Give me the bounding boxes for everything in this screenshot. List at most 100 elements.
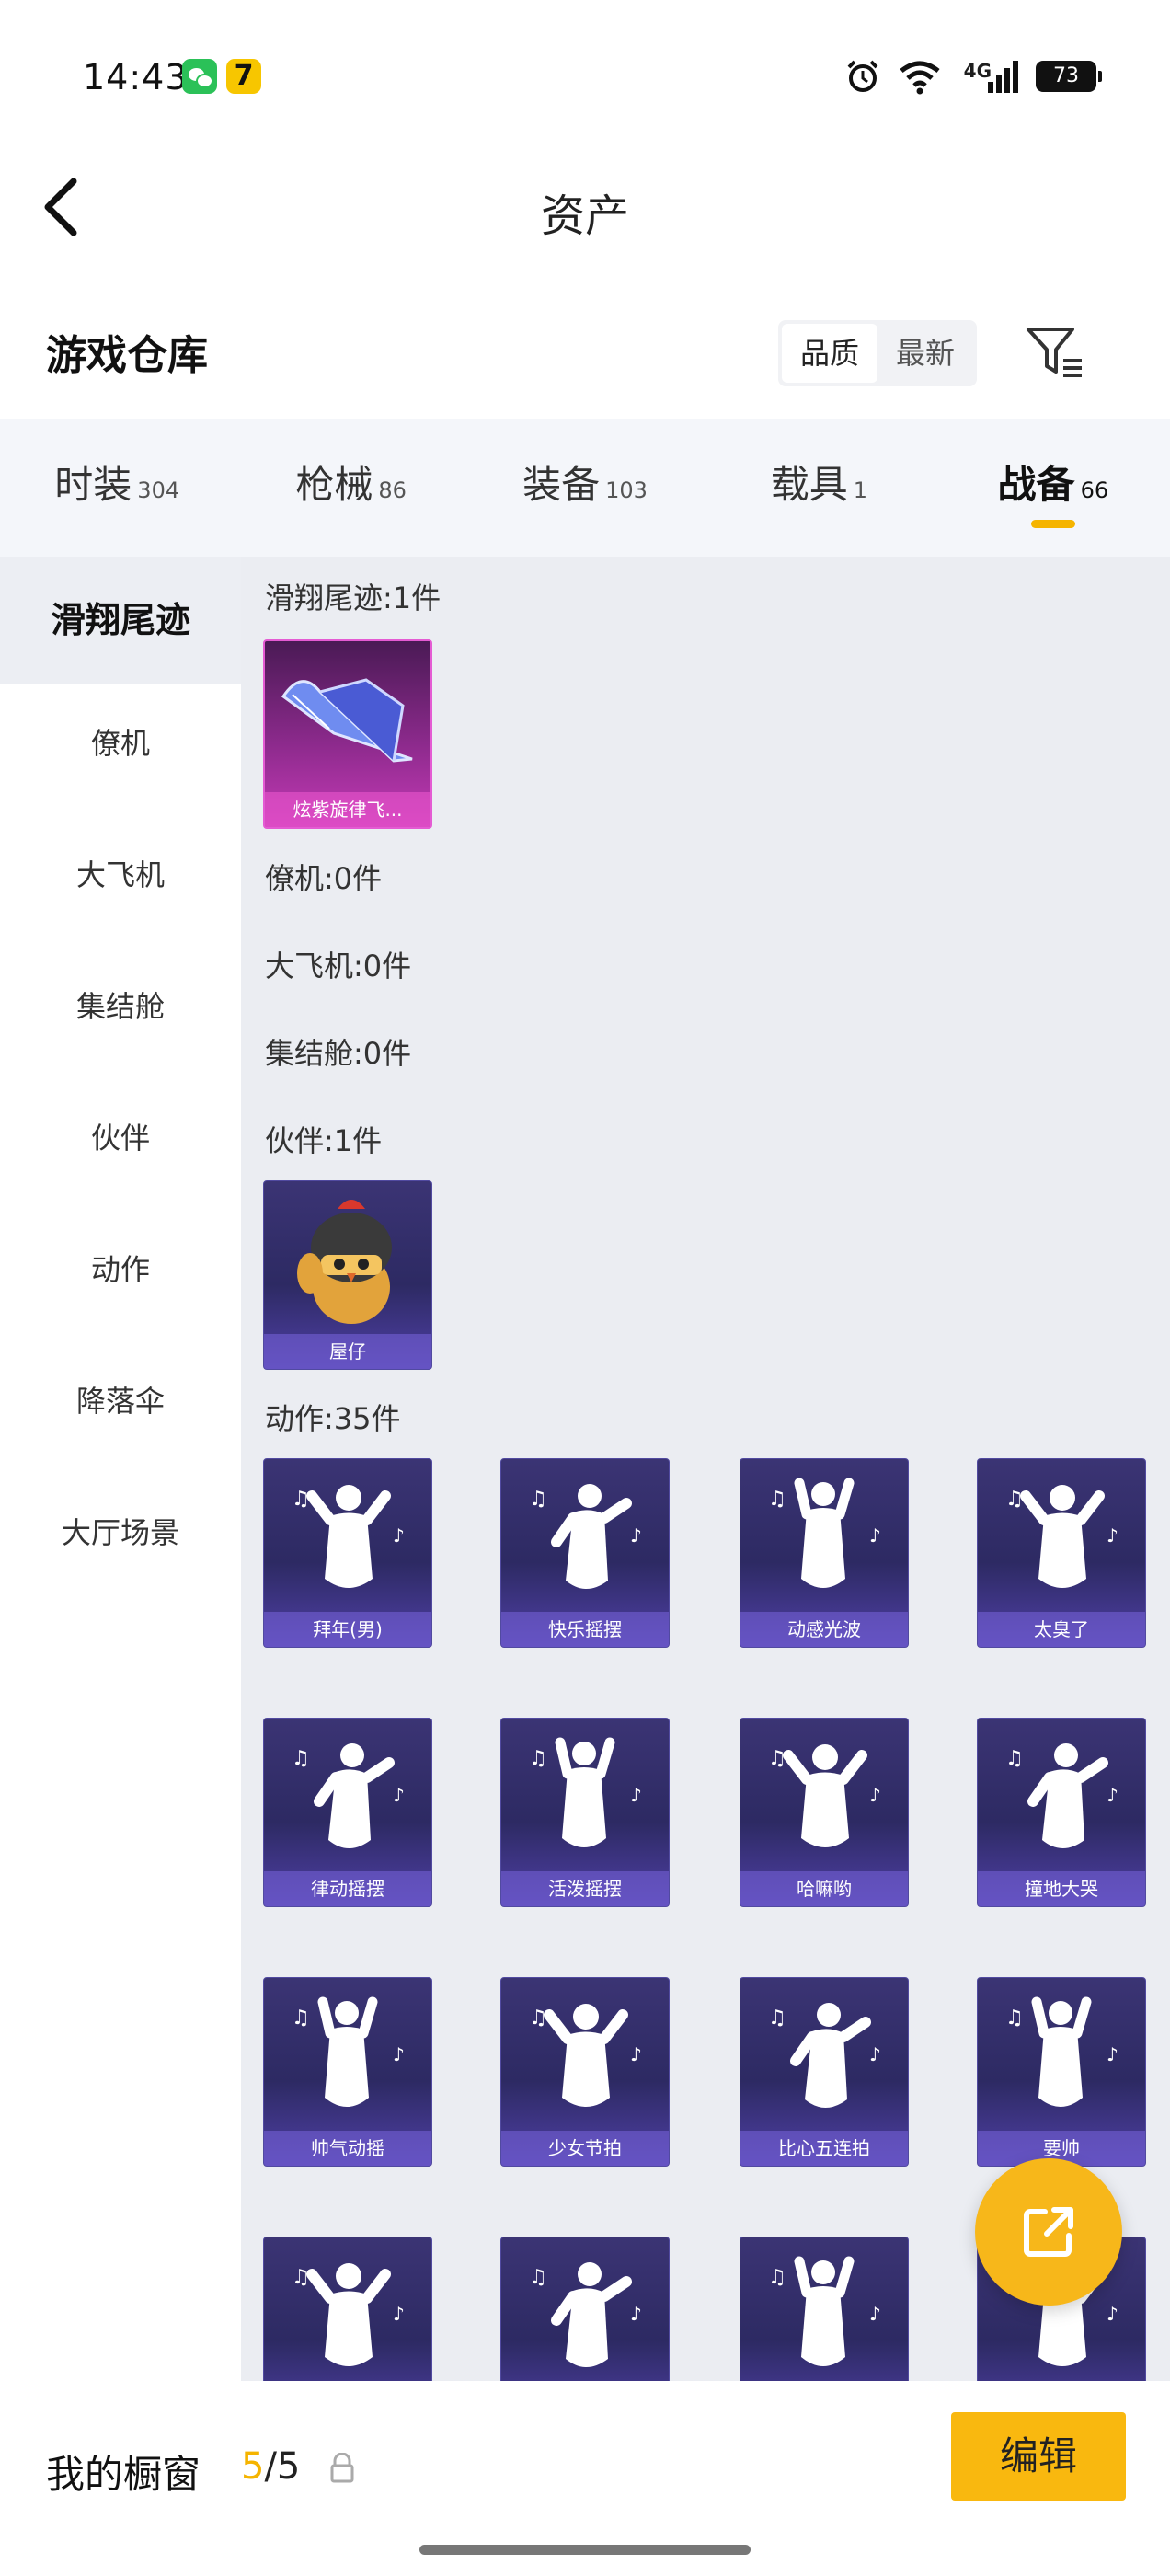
sidebar-item-big-plane[interactable]: 大飞机 [0, 815, 241, 947]
emote-card[interactable]: ♫ ♪ 快乐摇摆 [500, 1458, 670, 1648]
showcase-label: 我的橱窗 [46, 2452, 201, 2497]
battery-icon: 73 [1036, 61, 1102, 92]
svg-text:♪: ♪ [1107, 2043, 1118, 2065]
sidebar-item-glide-trail[interactable]: 滑翔尾迹 [0, 557, 241, 684]
sidebar-item-lobby-scene[interactable]: 大厅场景 [0, 1473, 241, 1604]
svg-text:♫: ♫ [292, 2266, 310, 2289]
emote-card[interactable]: ♫ ♪ 要帅 [977, 1977, 1146, 2167]
sidebar-item-wingman[interactable]: 僚机 [0, 684, 241, 815]
dancer-silhouette-icon: ♫♪ [768, 2003, 881, 2108]
emote-caption: 太臭了 [978, 1612, 1145, 1647]
svg-text:♫: ♫ [768, 1747, 786, 1770]
svg-text:♪: ♪ [869, 1784, 881, 1806]
svg-text:♪: ♪ [630, 2303, 642, 2325]
svg-text:♫: ♫ [1005, 1747, 1024, 1770]
showcase-count-total: /5 [264, 2445, 301, 2488]
sort-quality-button[interactable]: 品质 [782, 324, 878, 383]
svg-text:♫: ♫ [529, 2007, 547, 2030]
status-bar: 14:43 7 4G 73 [0, 0, 1170, 152]
emote-card[interactable]: ♫ ♪ 帅气动摇 [263, 1977, 432, 2167]
emote-card[interactable]: ♫ ♪ 哈嘛哟 [740, 1718, 909, 1907]
category-sidebar: 滑翔尾迹 僚机 大飞机 集结舱 伙伴 动作 降落伞 大厅场景 [0, 557, 241, 2397]
tab-label: 枪械 [295, 462, 373, 507]
tab-label: 战备 [997, 462, 1075, 507]
svg-text:♫: ♫ [529, 2266, 547, 2289]
tab-label: 载具 [770, 462, 848, 507]
share-button[interactable] [975, 2158, 1122, 2306]
tab-count: 86 [378, 477, 407, 503]
dancer-silhouette-icon: ♫♪ [1005, 1996, 1118, 2107]
dancer-silhouette-icon: ♫♪ [529, 2004, 642, 2107]
svg-text:♫: ♫ [768, 2007, 786, 2030]
item-caption: 炫紫旋律飞... [265, 792, 430, 827]
emote-card[interactable]: ♫ ♪ 活泼摇摆 [500, 1718, 670, 1907]
dancer-silhouette-icon: ♫♪ [529, 1737, 642, 1847]
emote-card[interactable]: ♫ ♪ 律动摇摆 [263, 1718, 432, 1907]
svg-text:♫: ♫ [529, 1747, 547, 1770]
signal-icon: 4G [958, 60, 1019, 93]
wechat-icon [182, 59, 217, 94]
app-7-icon: 7 [226, 59, 261, 94]
sidebar-item-partner[interactable]: 伙伴 [0, 1078, 241, 1210]
emote-card[interactable]: ♫ ♪ 动感光波 [740, 1458, 909, 1648]
status-time: 14:43 [83, 57, 189, 98]
svg-text:♪: ♪ [869, 2043, 881, 2065]
dancer-silhouette-icon: ♫♪ [529, 2262, 642, 2367]
alarm-icon [847, 60, 878, 92]
item-card[interactable]: 炫紫旋律飞... [263, 639, 432, 829]
emote-card[interactable]: ♫ ♪ 撞地大哭 [977, 1718, 1146, 1907]
home-indicator [419, 2545, 751, 2555]
sidebar-item-parachute[interactable]: 降落伞 [0, 1341, 241, 1473]
emote-card[interactable]: ♫ ♪ 太臭了 [977, 1458, 1146, 1648]
sidebar-item-emote[interactable]: 动作 [0, 1210, 241, 1341]
svg-text:♫: ♫ [292, 2007, 310, 2030]
sort-latest-button[interactable]: 最新 [878, 324, 973, 383]
dancer-silhouette-icon: ♫♪ [768, 2256, 881, 2366]
svg-text:♫: ♫ [1005, 2007, 1024, 2030]
tab-guns[interactable]: 枪械 86 [234, 419, 467, 557]
emote-caption: 拜年(男) [264, 1612, 431, 1647]
svg-text:♪: ♪ [1107, 2303, 1118, 2325]
tab-battle-gear[interactable]: 战备 66 [936, 419, 1170, 557]
svg-text:♫: ♫ [1005, 1488, 1024, 1511]
item-grid-area: 滑翔尾迹:1件 炫紫旋律飞... 僚机:0件 大飞机:0件 集结舱:0件 伙伴:… [241, 557, 1170, 2426]
tab-count: 1 [853, 477, 868, 503]
chick-mascot-icon [297, 1200, 392, 1324]
sidebar-item-pod[interactable]: 集结舱 [0, 947, 241, 1078]
page-title: 资产 [540, 190, 629, 242]
emote-card[interactable]: ♫ ♪ 少女节拍 [500, 1977, 670, 2167]
dancer-silhouette-icon: ♫♪ [1005, 1743, 1118, 1848]
section-title-emote: 动作:35件 [265, 1401, 401, 1436]
section-title-glide: 滑翔尾迹:1件 [265, 581, 442, 615]
network-type: 4G [963, 60, 992, 82]
lock-icon [330, 2453, 354, 2483]
svg-text:♫: ♫ [292, 1488, 310, 1511]
filter-icon[interactable] [1021, 320, 1087, 386]
wifi-icon [900, 61, 940, 95]
svg-text:♪: ♪ [1107, 1784, 1118, 1806]
tab-label: 装备 [522, 462, 601, 507]
tab-fashion[interactable]: 时装 304 [0, 419, 234, 557]
tab-label: 时装 [54, 462, 132, 507]
svg-text:♪: ♪ [630, 1524, 642, 1547]
bottom-bar: 我的橱窗 5/5 编辑 [0, 2381, 1170, 2576]
showcase-count-current: 5 [241, 2445, 265, 2488]
svg-text:♫: ♫ [529, 1488, 547, 1511]
tab-count: 103 [605, 477, 648, 503]
emote-card[interactable]: ♫ ♪ 比心五连拍 [740, 1977, 909, 2167]
svg-text:♪: ♪ [393, 1784, 405, 1806]
tab-count: 304 [137, 477, 180, 503]
item-card[interactable]: 屋仔 [263, 1180, 432, 1370]
dancer-silhouette-icon: ♫♪ [768, 1478, 881, 1588]
svg-text:♪: ♪ [393, 1524, 405, 1547]
emote-caption: 活泼摇摆 [501, 1871, 669, 1906]
svg-text:♪: ♪ [393, 2043, 405, 2065]
edit-button[interactable]: 编辑 [951, 2412, 1126, 2501]
status-icons: 4G 73 [844, 53, 1102, 99]
emote-caption: 帅气动摇 [264, 2131, 431, 2166]
dancer-silhouette-icon: ♫♪ [292, 1743, 405, 1848]
tab-vehicles[interactable]: 载具 1 [702, 419, 935, 557]
emote-card[interactable]: ♫ ♪ 拜年(男) [263, 1458, 432, 1648]
tab-equipment[interactable]: 装备 103 [468, 419, 702, 557]
warehouse-row: 游戏仓库 品质 最新 [0, 294, 1170, 414]
